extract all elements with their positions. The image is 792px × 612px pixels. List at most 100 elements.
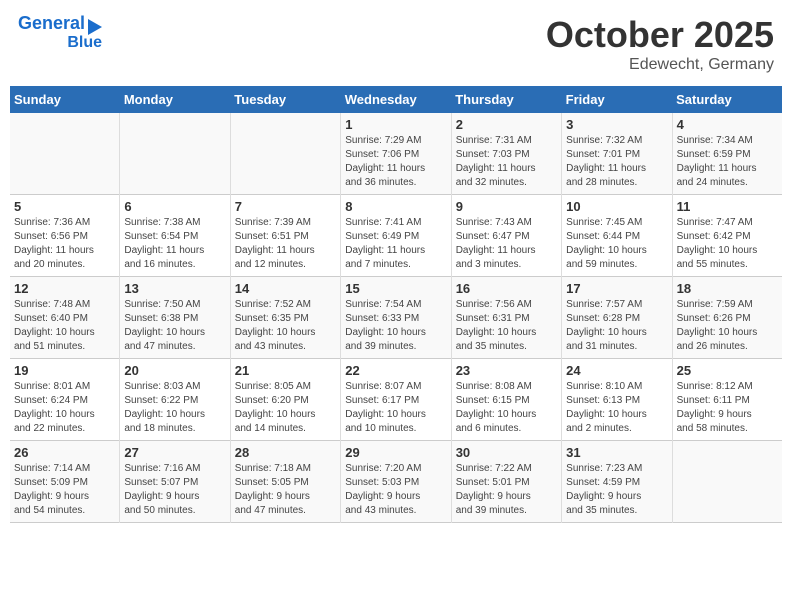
day-number: 28 xyxy=(235,445,336,460)
calendar-week-row: 26 Sunrise: 7:14 AM Sunset: 5:09 PM Dayli… xyxy=(10,441,782,523)
day-number: 30 xyxy=(456,445,557,460)
day-info: Sunrise: 8:10 AM Sunset: 6:13 PM Dayligh… xyxy=(566,380,667,436)
day-number: 5 xyxy=(14,199,115,214)
day-number: 2 xyxy=(456,117,557,132)
day-info: Sunrise: 7:22 AM Sunset: 5:01 PM Dayligh… xyxy=(456,462,557,518)
day-number: 10 xyxy=(566,199,667,214)
calendar-title: October 2025 xyxy=(546,14,774,56)
day-number: 15 xyxy=(345,281,446,296)
calendar-cell: 22 Sunrise: 8:07 AM Sunset: 6:17 PM Dayli… xyxy=(341,359,451,441)
day-info: Sunrise: 8:01 AM Sunset: 6:24 PM Dayligh… xyxy=(14,380,115,436)
day-info: Sunrise: 7:16 AM Sunset: 5:07 PM Dayligh… xyxy=(124,462,225,518)
day-number: 12 xyxy=(14,281,115,296)
day-info: Sunrise: 7:54 AM Sunset: 6:33 PM Dayligh… xyxy=(345,298,446,354)
weekday-header: Sunday xyxy=(10,86,120,113)
calendar-cell xyxy=(120,113,230,195)
calendar-cell: 19 Sunrise: 8:01 AM Sunset: 6:24 PM Dayli… xyxy=(10,359,120,441)
weekday-header: Thursday xyxy=(451,86,561,113)
calendar-cell: 1 Sunrise: 7:29 AM Sunset: 7:06 PM Daylig… xyxy=(341,113,451,195)
calendar-week-row: 12Sunrise: 7:48 AM Sunset: 6:40 PM Dayli… xyxy=(10,277,782,359)
day-info: Sunrise: 7:29 AM Sunset: 7:06 PM Dayligh… xyxy=(345,134,446,190)
day-info: Sunrise: 7:56 AM Sunset: 6:31 PM Dayligh… xyxy=(456,298,557,354)
day-info: Sunrise: 7:34 AM Sunset: 6:59 PM Dayligh… xyxy=(677,134,778,190)
day-info: Sunrise: 7:14 AM Sunset: 5:09 PM Dayligh… xyxy=(14,462,115,518)
day-number: 7 xyxy=(235,199,336,214)
calendar-cell: 12Sunrise: 7:48 AM Sunset: 6:40 PM Dayli… xyxy=(10,277,120,359)
header: General Blue October 2025 Edewecht, Germ… xyxy=(10,10,782,78)
day-number: 20 xyxy=(124,363,225,378)
calendar-cell: 20 Sunrise: 8:03 AM Sunset: 6:22 PM Dayli… xyxy=(120,359,230,441)
calendar-cell: 18Sunrise: 7:59 AM Sunset: 6:26 PM Dayli… xyxy=(672,277,782,359)
calendar-cell: 30 Sunrise: 7:22 AM Sunset: 5:01 PM Dayli… xyxy=(451,441,561,523)
day-info: Sunrise: 8:07 AM Sunset: 6:17 PM Dayligh… xyxy=(345,380,446,436)
calendar-cell xyxy=(10,113,120,195)
calendar-week-row: 5 Sunrise: 7:36 AM Sunset: 6:56 PM Daylig… xyxy=(10,195,782,277)
weekday-header: Monday xyxy=(120,86,230,113)
day-info: Sunrise: 7:45 AM Sunset: 6:44 PM Dayligh… xyxy=(566,216,667,272)
calendar-table: SundayMondayTuesdayWednesdayThursdayFrid… xyxy=(10,86,782,523)
calendar-cell: 27Sunrise: 7:16 AM Sunset: 5:07 PM Dayli… xyxy=(120,441,230,523)
calendar-week-row: 1 Sunrise: 7:29 AM Sunset: 7:06 PM Daylig… xyxy=(10,113,782,195)
calendar-cell: 3 Sunrise: 7:32 AM Sunset: 7:01 PM Daylig… xyxy=(562,113,672,195)
title-block: October 2025 Edewecht, Germany xyxy=(546,14,774,74)
day-info: Sunrise: 7:23 AM Sunset: 4:59 PM Dayligh… xyxy=(566,462,667,518)
calendar-subtitle: Edewecht, Germany xyxy=(546,56,774,74)
day-number: 24 xyxy=(566,363,667,378)
day-info: Sunrise: 7:18 AM Sunset: 5:05 PM Dayligh… xyxy=(235,462,336,518)
calendar-cell: 17 Sunrise: 7:57 AM Sunset: 6:28 PM Dayli… xyxy=(562,277,672,359)
day-number: 31 xyxy=(566,445,667,460)
calendar-cell: 21Sunrise: 8:05 AM Sunset: 6:20 PM Dayli… xyxy=(230,359,340,441)
day-number: 11 xyxy=(677,199,778,214)
calendar-cell xyxy=(672,441,782,523)
calendar-cell: 28 Sunrise: 7:18 AM Sunset: 5:05 PM Dayli… xyxy=(230,441,340,523)
calendar-cell: 16Sunrise: 7:56 AM Sunset: 6:31 PM Dayli… xyxy=(451,277,561,359)
day-info: Sunrise: 7:36 AM Sunset: 6:56 PM Dayligh… xyxy=(14,216,115,272)
day-number: 21 xyxy=(235,363,336,378)
calendar-cell: 25 Sunrise: 8:12 AM Sunset: 6:11 PM Dayli… xyxy=(672,359,782,441)
day-number: 25 xyxy=(677,363,778,378)
day-number: 23 xyxy=(456,363,557,378)
calendar-cell: 10 Sunrise: 7:45 AM Sunset: 6:44 PM Dayli… xyxy=(562,195,672,277)
weekday-header: Wednesday xyxy=(341,86,451,113)
day-number: 1 xyxy=(345,117,446,132)
day-info: Sunrise: 8:12 AM Sunset: 6:11 PM Dayligh… xyxy=(677,380,778,436)
day-number: 26 xyxy=(14,445,115,460)
calendar-cell: 31 Sunrise: 7:23 AM Sunset: 4:59 PM Dayli… xyxy=(562,441,672,523)
day-info: Sunrise: 8:03 AM Sunset: 6:22 PM Dayligh… xyxy=(124,380,225,436)
day-number: 8 xyxy=(345,199,446,214)
day-info: Sunrise: 7:32 AM Sunset: 7:01 PM Dayligh… xyxy=(566,134,667,190)
calendar-cell: 24 Sunrise: 8:10 AM Sunset: 6:13 PM Dayli… xyxy=(562,359,672,441)
logo-text: General xyxy=(18,14,85,34)
day-number: 13 xyxy=(124,281,225,296)
calendar-cell: 26 Sunrise: 7:14 AM Sunset: 5:09 PM Dayli… xyxy=(10,441,120,523)
day-info: Sunrise: 7:31 AM Sunset: 7:03 PM Dayligh… xyxy=(456,134,557,190)
day-info: Sunrise: 7:57 AM Sunset: 6:28 PM Dayligh… xyxy=(566,298,667,354)
day-number: 3 xyxy=(566,117,667,132)
day-number: 4 xyxy=(677,117,778,132)
calendar-week-row: 19 Sunrise: 8:01 AM Sunset: 6:24 PM Dayli… xyxy=(10,359,782,441)
calendar-cell: 11 Sunrise: 7:47 AM Sunset: 6:42 PM Dayli… xyxy=(672,195,782,277)
calendar-cell: 5 Sunrise: 7:36 AM Sunset: 6:56 PM Daylig… xyxy=(10,195,120,277)
day-number: 29 xyxy=(345,445,446,460)
weekday-header: Saturday xyxy=(672,86,782,113)
calendar-cell: 2 Sunrise: 7:31 AM Sunset: 7:03 PM Daylig… xyxy=(451,113,561,195)
day-info: Sunrise: 7:47 AM Sunset: 6:42 PM Dayligh… xyxy=(677,216,778,272)
day-info: Sunrise: 7:50 AM Sunset: 6:38 PM Dayligh… xyxy=(124,298,225,354)
calendar-cell: 4 Sunrise: 7:34 AM Sunset: 6:59 PM Daylig… xyxy=(672,113,782,195)
day-info: Sunrise: 7:20 AM Sunset: 5:03 PM Dayligh… xyxy=(345,462,446,518)
calendar-cell xyxy=(230,113,340,195)
day-info: Sunrise: 7:41 AM Sunset: 6:49 PM Dayligh… xyxy=(345,216,446,272)
calendar-cell: 7 Sunrise: 7:39 AM Sunset: 6:51 PM Daylig… xyxy=(230,195,340,277)
day-number: 22 xyxy=(345,363,446,378)
day-number: 6 xyxy=(124,199,225,214)
day-number: 17 xyxy=(566,281,667,296)
day-info: Sunrise: 8:08 AM Sunset: 6:15 PM Dayligh… xyxy=(456,380,557,436)
day-number: 9 xyxy=(456,199,557,214)
day-number: 14 xyxy=(235,281,336,296)
day-info: Sunrise: 7:52 AM Sunset: 6:35 PM Dayligh… xyxy=(235,298,336,354)
day-info: Sunrise: 7:59 AM Sunset: 6:26 PM Dayligh… xyxy=(677,298,778,354)
day-number: 19 xyxy=(14,363,115,378)
logo: General Blue xyxy=(18,14,102,51)
day-info: Sunrise: 7:39 AM Sunset: 6:51 PM Dayligh… xyxy=(235,216,336,272)
calendar-cell: 29 Sunrise: 7:20 AM Sunset: 5:03 PM Dayli… xyxy=(341,441,451,523)
